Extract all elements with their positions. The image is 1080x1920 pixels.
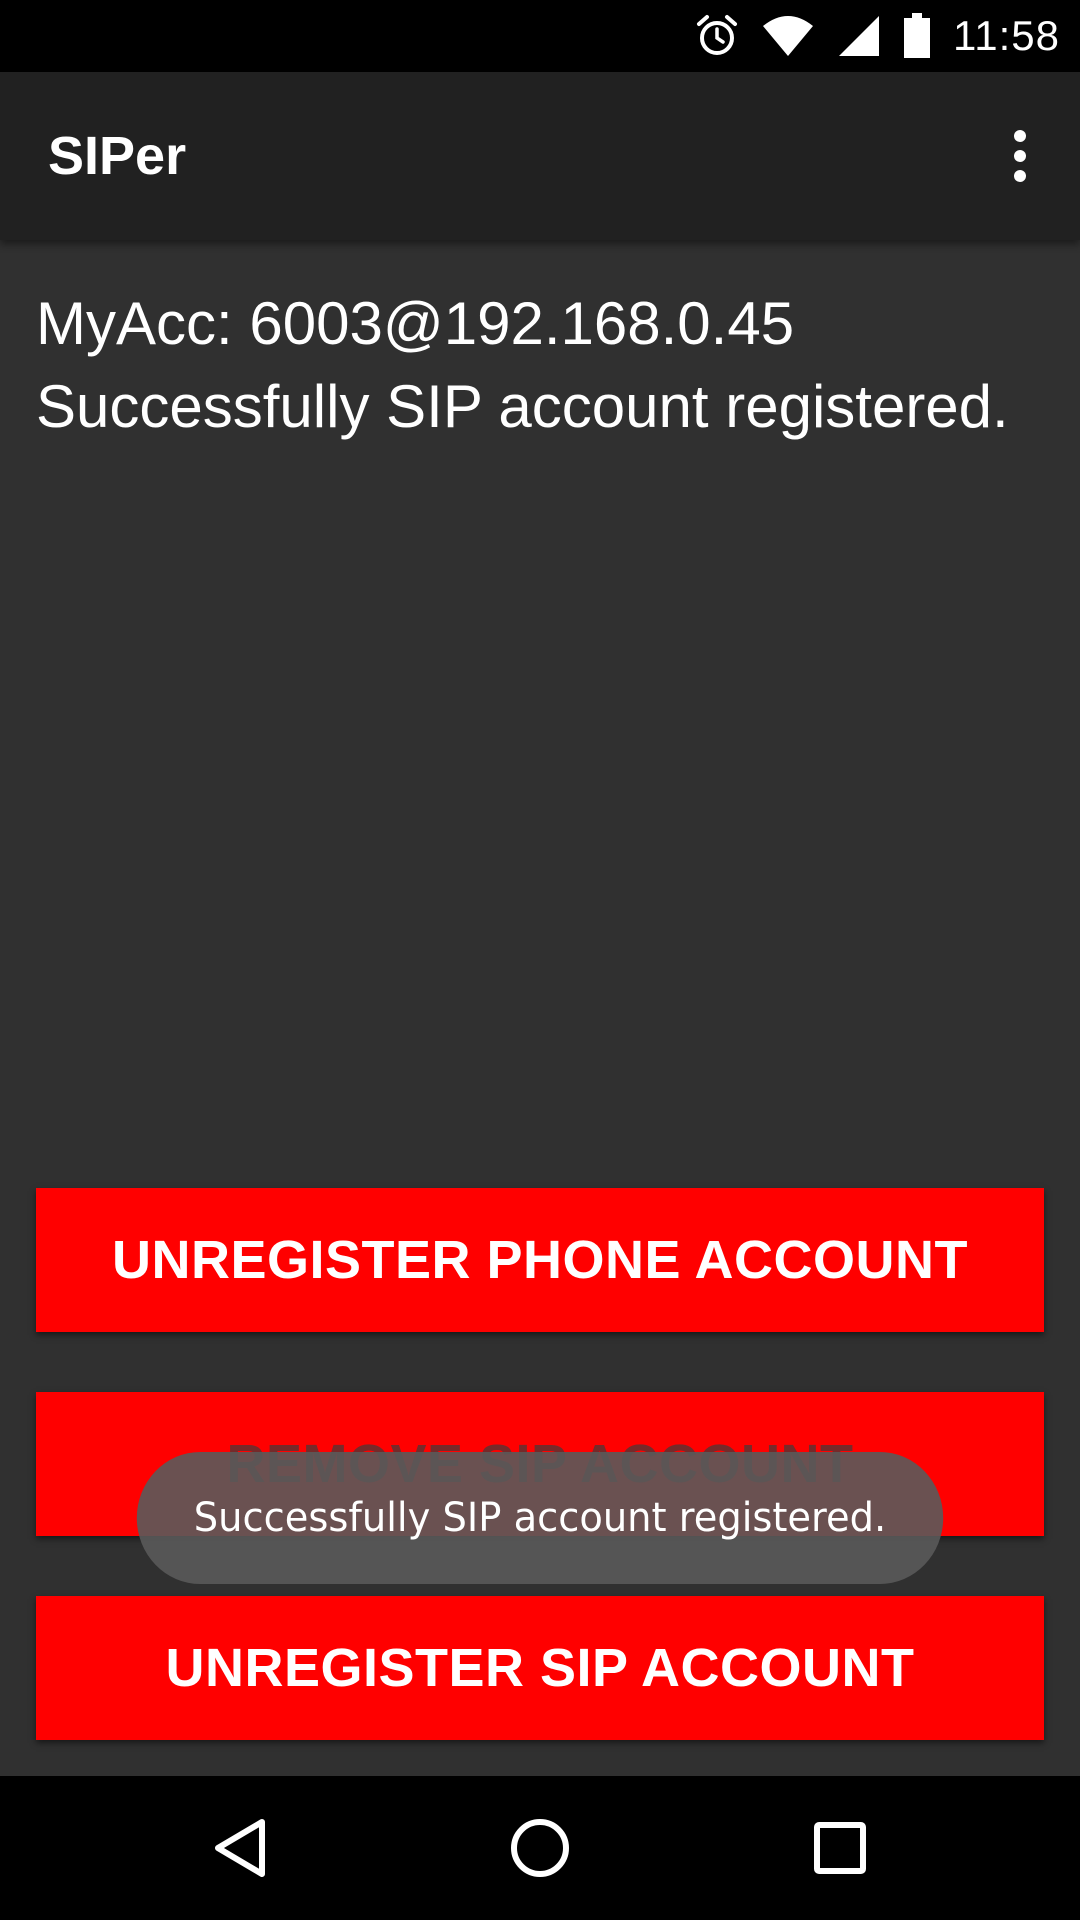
registration-status-text: Successfully SIP account registered. (36, 373, 1009, 440)
account-label: MyAcc: 6003@192.168.0.45 (36, 290, 795, 357)
menu-dot (1014, 130, 1026, 142)
navigation-bar (0, 1776, 1080, 1920)
cell-signal-icon (837, 14, 881, 58)
alarm-icon (695, 14, 739, 58)
wifi-icon (761, 14, 815, 58)
app-title: SIPer (48, 126, 187, 186)
status-bar: 11:58 (0, 0, 1080, 72)
toast-message: Successfully SIP account registered. (136, 1452, 944, 1584)
back-icon[interactable] (204, 1812, 276, 1884)
battery-icon (903, 13, 931, 59)
toast-text: Successfully SIP account registered. (193, 1495, 887, 1541)
status-icons: 11:58 (695, 0, 1060, 72)
recents-icon[interactable] (804, 1812, 876, 1884)
menu-dot (1014, 170, 1026, 182)
home-icon[interactable] (504, 1812, 576, 1884)
status-time: 11:58 (953, 12, 1060, 59)
screen: 11:58 SIPer MyAcc: 6003@192.168.0.45 Suc… (0, 0, 1080, 1920)
app-bar: SIPer (0, 72, 1080, 240)
button-label: UNREGISTER SIP ACCOUNT (165, 1638, 915, 1698)
menu-dot (1014, 150, 1026, 162)
overflow-menu-icon[interactable] (984, 120, 1056, 192)
unregister-sip-account-button[interactable]: UNREGISTER SIP ACCOUNT (36, 1596, 1044, 1740)
unregister-phone-account-button[interactable]: UNREGISTER PHONE ACCOUNT (36, 1188, 1044, 1332)
button-label: UNREGISTER PHONE ACCOUNT (111, 1230, 969, 1290)
